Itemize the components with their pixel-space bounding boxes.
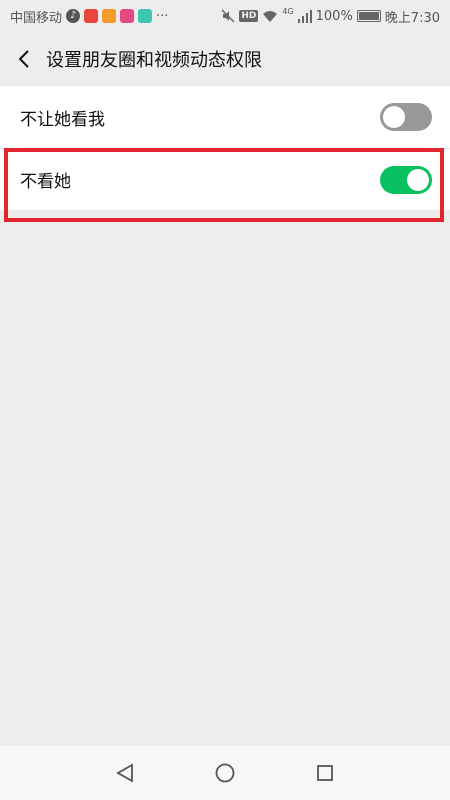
- nav-home-button[interactable]: [210, 758, 240, 788]
- clock: 晚上7:30: [384, 10, 440, 26]
- network-type: 4G: [282, 6, 294, 16]
- toggle-knob: [383, 106, 405, 128]
- hd-icon: HD: [239, 10, 259, 22]
- settings-list: 不让她看我 不看她: [0, 86, 450, 210]
- hide-her-moments-toggle[interactable]: [380, 165, 432, 194]
- video-app-icon: [102, 9, 117, 23]
- mute-icon: [221, 9, 235, 23]
- app-notification-icon: [84, 9, 99, 23]
- toggle-knob: [407, 168, 429, 191]
- wifi-icon: [263, 10, 278, 22]
- carrier-label: 中国移动: [10, 10, 63, 26]
- battery-percent: 100%: [315, 8, 353, 24]
- triangle-back-icon: [116, 763, 133, 783]
- nav-recents-button[interactable]: [310, 758, 340, 788]
- page-title: 设置朋友圈和视频动态权限: [46, 50, 262, 71]
- status-bar: 中国移动 ♪ ··· HD 4G 100% 晚上7:30: [0, 0, 450, 32]
- setting-row-hide-my-moments: 不让她看我: [0, 86, 450, 148]
- chat-app-icon: [138, 9, 153, 23]
- status-bar-left: 中国移动 ♪ ···: [10, 7, 168, 26]
- signal-icon: [297, 9, 312, 23]
- app-notification-icon-2: [120, 9, 135, 23]
- status-bar-right: HD 4G 100% 晚上7:30: [221, 7, 440, 26]
- back-button[interactable]: [2, 32, 46, 86]
- tiktok-icon: ♪: [66, 9, 81, 23]
- header: 设置朋友圈和视频动态权限: [0, 32, 450, 86]
- square-recents-icon: [317, 765, 333, 781]
- battery-icon: [356, 10, 381, 22]
- circle-home-icon: [215, 763, 235, 783]
- navigation-bar: [0, 746, 450, 800]
- chevron-left-icon: [18, 50, 29, 68]
- more-notifications: ···: [156, 8, 169, 24]
- setting-row-hide-her-moments: 不看她: [0, 148, 450, 210]
- nav-back-button[interactable]: [110, 758, 140, 788]
- setting-label: 不让她看我: [20, 109, 105, 130]
- setting-label: 不看她: [20, 172, 71, 192]
- hide-my-moments-toggle[interactable]: [380, 103, 432, 131]
